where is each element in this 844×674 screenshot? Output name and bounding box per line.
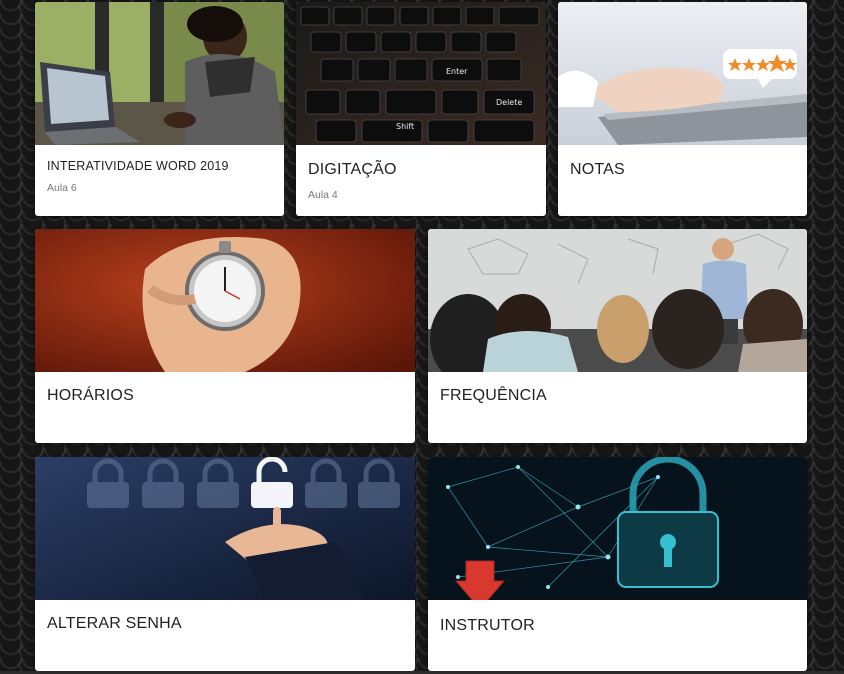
card-digitacao[interactable]: Enter Shift Delete DIGITAÇÃO Aula 4 [296,2,546,216]
card-subtitle: Aula 6 [47,182,77,194]
card-image-woman-laptop [35,2,284,145]
card-interatividade-word[interactable]: INTERATIVIDADE WORD 2019 Aula 6 [35,2,284,216]
card-notas[interactable]: NOTAS [558,2,807,216]
card-title: ALTERAR SENHA [47,615,182,632]
card-title: INSTRUTOR [440,617,535,634]
card-title: DIGITAÇÃO [308,161,397,178]
card-alterar-senha[interactable]: ALTERAR SENHA [35,457,415,671]
card-frequencia[interactable]: FREQUÊNCIA [428,229,807,443]
card-title: HORÁRIOS [47,387,134,404]
card-image-digital-padlock [428,457,807,600]
card-image-stopwatch [35,229,415,372]
card-title: NOTAS [570,161,625,178]
card-image-typing-rating [558,2,807,145]
card-image-padlocks [35,457,415,600]
card-title: INTERATIVIDADE WORD 2019 [47,159,229,173]
card-image-keyboard: Enter Shift Delete [296,2,546,145]
card-horarios[interactable]: HORÁRIOS [35,229,415,443]
card-instrutor[interactable]: INSTRUTOR [428,457,807,671]
svg-text:Enter: Enter [446,67,468,76]
svg-text:Shift: Shift [396,122,414,131]
card-subtitle: Aula 4 [308,189,338,201]
svg-text:Delete: Delete [496,98,522,107]
card-title: FREQUÊNCIA [440,387,547,404]
card-image-classroom [428,229,807,372]
